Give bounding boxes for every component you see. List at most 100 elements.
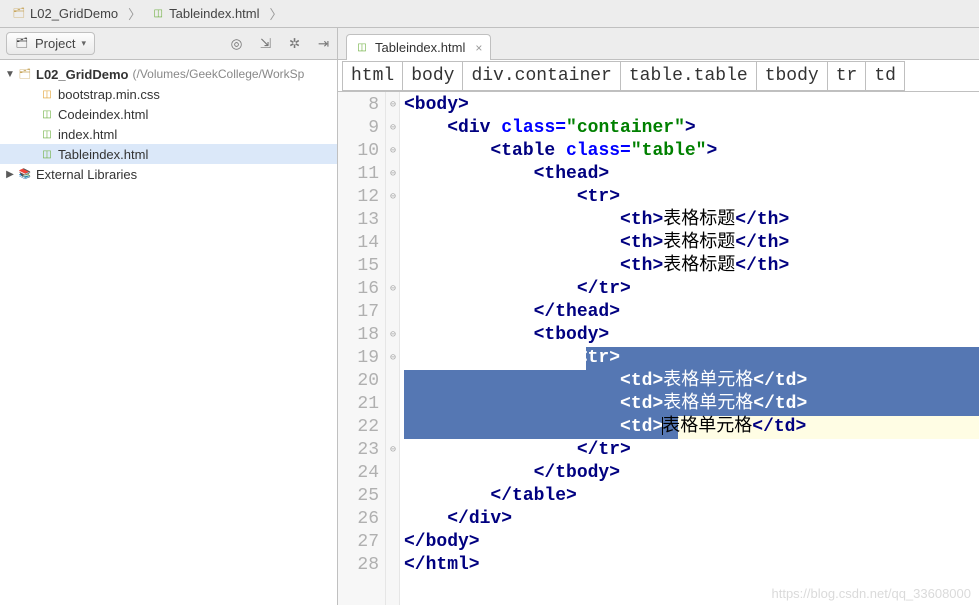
css-file-icon: ◫ — [40, 87, 54, 101]
close-tab-icon[interactable]: × — [475, 41, 482, 55]
code-line[interactable]: </thead> — [404, 301, 979, 324]
element-path-segment[interactable]: html — [342, 61, 403, 91]
line-number: 11 — [338, 163, 379, 186]
code-line[interactable]: <tr> — [404, 186, 979, 209]
code-line[interactable]: </table> — [404, 485, 979, 508]
fold-marker[interactable]: ⊖ — [386, 324, 400, 347]
folder-icon: 🗂 — [18, 67, 32, 81]
code-text: </thead> — [404, 302, 620, 322]
element-path-segment[interactable]: table.table — [620, 61, 757, 91]
crumb-project[interactable]: 🗂 L02_GridDemo — [6, 6, 124, 21]
fold-marker — [386, 554, 400, 577]
code-line[interactable]: <td>表格单元格</td> — [404, 370, 979, 393]
crumb-file[interactable]: ◫ Tableindex.html — [145, 6, 265, 21]
tree-file[interactable]: ◫Codeindex.html — [0, 104, 337, 124]
line-number: 12 — [338, 186, 379, 209]
fold-marker[interactable]: ⊖ — [386, 163, 400, 186]
fold-marker — [386, 209, 400, 232]
tree-root-path: (/Volumes/GeekCollege/WorkSp — [132, 67, 304, 81]
code-line[interactable]: <tr> — [404, 347, 979, 370]
crumb-label: Tableindex.html — [169, 6, 259, 21]
fold-marker[interactable]: ⊖ — [386, 94, 400, 117]
fold-marker[interactable]: ⊖ — [386, 186, 400, 209]
code-editor[interactable]: 8910111213141516171819202122232425262728… — [338, 92, 979, 605]
code-text: <table class="table"> — [404, 141, 717, 161]
fold-marker — [386, 301, 400, 324]
editor-tab-label: Tableindex.html — [375, 40, 465, 55]
code-text: </tr> — [404, 279, 631, 299]
element-path-segment[interactable]: td — [865, 61, 905, 91]
hide-panel-icon[interactable]: ⇥ — [316, 36, 331, 51]
fold-marker[interactable]: ⊖ — [386, 439, 400, 462]
code-line[interactable]: <th>表格标题</th> — [404, 209, 979, 232]
library-icon: 📚 — [18, 167, 32, 181]
line-number: 13 — [338, 209, 379, 232]
code-line[interactable]: <body> — [404, 94, 979, 117]
collapse-all-icon[interactable]: ⇲ — [258, 36, 273, 51]
code-line[interactable]: <th>表格标题</th> — [404, 255, 979, 278]
code-line[interactable]: </div> — [404, 508, 979, 531]
element-path-segment[interactable]: tr — [827, 61, 867, 91]
external-libraries[interactable]: ▶ 📚 External Libraries — [0, 164, 337, 184]
element-path-segment[interactable]: body — [402, 61, 463, 91]
code-area[interactable]: <body> <div class="container"> <table cl… — [400, 92, 979, 605]
code-line[interactable]: </body> — [404, 531, 979, 554]
code-text: </table> — [404, 486, 577, 506]
code-line[interactable]: <div class="container"> — [404, 117, 979, 140]
folder-icon: 🗂 — [12, 7, 26, 21]
project-tool-icons: ◎ ⇲ ✲ ⇥ — [229, 36, 331, 51]
project-tree[interactable]: ▼ 🗂 L02_GridDemo (/Volumes/GeekCollege/W… — [0, 60, 337, 605]
code-line[interactable]: <table class="table"> — [404, 140, 979, 163]
line-number: 16 — [338, 278, 379, 301]
element-path-segment[interactable]: tbody — [756, 61, 828, 91]
tree-file[interactable]: ◫Tableindex.html — [0, 144, 337, 164]
html-file-icon: ◫ — [151, 7, 165, 21]
code-text: <th>表格标题</th> — [404, 233, 789, 253]
code-text: <body> — [404, 95, 469, 115]
project-dropdown-button[interactable]: 🗂 Project ▾ — [6, 32, 95, 55]
settings-icon[interactable]: ✲ — [287, 36, 302, 51]
element-path-segment[interactable]: div.container — [462, 61, 620, 91]
crumb-label: L02_GridDemo — [30, 6, 118, 21]
fold-marker[interactable]: ⊖ — [386, 140, 400, 163]
code-line[interactable]: </html> — [404, 554, 979, 577]
chevron-right-icon: 〉 — [126, 4, 143, 23]
project-dropdown-label: Project — [35, 36, 75, 51]
code-text: <th>表格标题</th> — [404, 210, 789, 230]
code-line[interactable]: <td>表格单元格</td> — [404, 416, 979, 439]
code-line[interactable]: <th>表格标题</th> — [404, 232, 979, 255]
code-text: <tr> — [404, 348, 620, 368]
code-line[interactable]: <td>表格单元格</td> — [404, 393, 979, 416]
tree-file-name: index.html — [58, 127, 117, 142]
line-number: 26 — [338, 508, 379, 531]
locate-icon[interactable]: ◎ — [229, 36, 244, 51]
fold-marker[interactable]: ⊖ — [386, 278, 400, 301]
code-line[interactable]: <tbody> — [404, 324, 979, 347]
tree-root[interactable]: ▼ 🗂 L02_GridDemo (/Volumes/GeekCollege/W… — [0, 64, 337, 84]
element-path-breadcrumb: htmlbodydiv.containertable.tabletbodytrt… — [338, 60, 979, 92]
code-text: <td>表格单元格</td> — [404, 417, 806, 437]
code-line[interactable]: </tr> — [404, 278, 979, 301]
fold-marker — [386, 416, 400, 439]
line-number: 27 — [338, 531, 379, 554]
tree-file[interactable]: ◫index.html — [0, 124, 337, 144]
fold-marker[interactable]: ⊖ — [386, 347, 400, 370]
line-number: 19 — [338, 347, 379, 370]
code-line[interactable]: <thead> — [404, 163, 979, 186]
fold-marker[interactable]: ⊖ — [386, 117, 400, 140]
code-line[interactable]: </tbody> — [404, 462, 979, 485]
code-text: </body> — [404, 532, 480, 552]
disclosure-triangle-icon[interactable]: ▼ — [4, 69, 16, 80]
main-split: 🗂 Project ▾ ◎ ⇲ ✲ ⇥ ▼ 🗂 L02_GridDemo (/V… — [0, 28, 979, 605]
code-line[interactable]: </tr> — [404, 439, 979, 462]
code-text: <td>表格单元格</td> — [404, 394, 807, 414]
line-number: 21 — [338, 393, 379, 416]
tree-file[interactable]: ◫bootstrap.min.css — [0, 84, 337, 104]
fold-marker — [386, 485, 400, 508]
fold-marker — [386, 232, 400, 255]
editor-tab[interactable]: ◫ Tableindex.html × — [346, 34, 491, 60]
fold-gutter: ⊖⊖⊖⊖⊖⊖⊖⊖⊖ — [386, 92, 400, 605]
disclosure-triangle-icon[interactable]: ▶ — [4, 169, 16, 180]
line-number: 23 — [338, 439, 379, 462]
fold-marker — [386, 462, 400, 485]
